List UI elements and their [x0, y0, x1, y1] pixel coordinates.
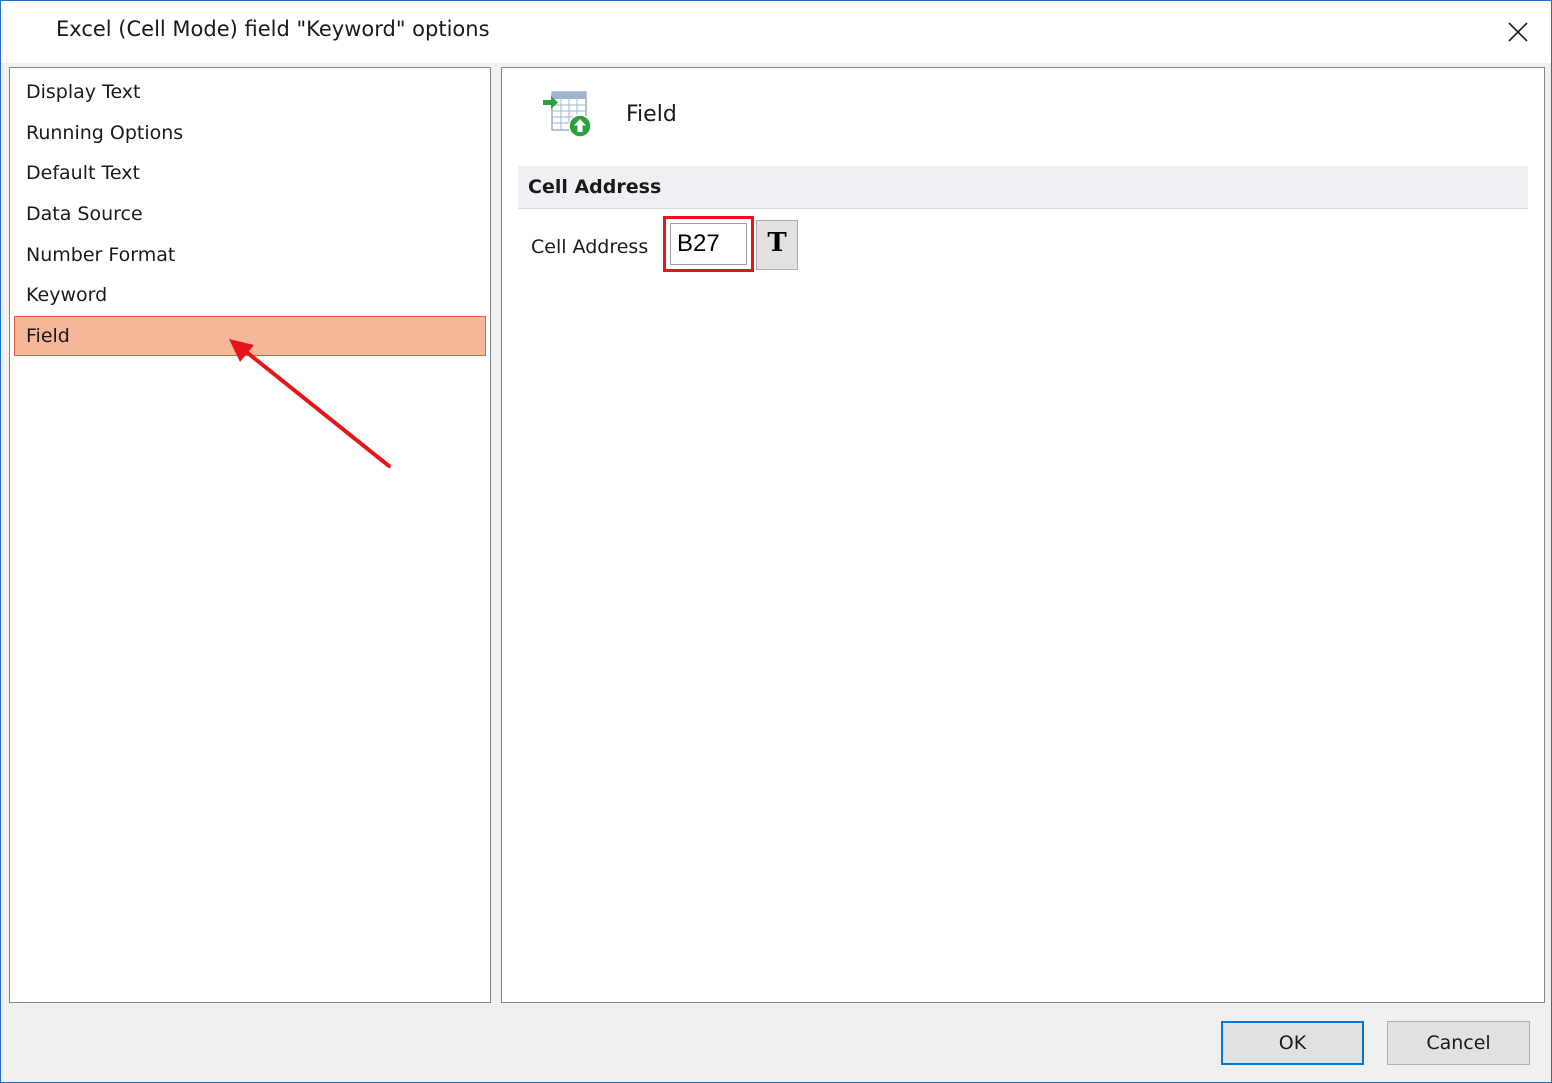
cell-address-highlight	[663, 216, 754, 272]
group-title: Cell Address	[528, 176, 662, 198]
cell-address-group-header: Cell Address	[518, 166, 1528, 209]
nav-item-field[interactable]: Field	[14, 316, 486, 356]
title-bar: Excel (Cell Mode) field "Keyword" option…	[1, 1, 1551, 63]
options-nav-list: Display Text Running Options Default Tex…	[9, 67, 491, 1003]
cell-address-label: Cell Address	[531, 236, 649, 258]
options-dialog: Excel (Cell Mode) field "Keyword" option…	[0, 0, 1552, 1083]
close-button[interactable]	[1495, 9, 1541, 55]
close-icon	[1508, 22, 1528, 42]
field-table-icon	[542, 88, 594, 140]
nav-item-running-options[interactable]: Running Options	[14, 113, 486, 153]
section-heading: Field	[626, 102, 677, 127]
nav-item-default-text[interactable]: Default Text	[14, 153, 486, 193]
ok-button[interactable]: OK	[1221, 1021, 1364, 1065]
nav-item-keyword[interactable]: Keyword	[14, 275, 486, 315]
nav-item-number-format[interactable]: Number Format	[14, 235, 486, 275]
cell-address-input[interactable]	[670, 223, 747, 265]
nav-item-data-source[interactable]: Data Source	[14, 194, 486, 234]
nav-item-display-text[interactable]: Display Text	[14, 72, 486, 112]
field-options-panel: Field Cell Address Cell Address T	[501, 67, 1545, 1003]
cancel-button[interactable]: Cancel	[1387, 1021, 1530, 1065]
text-format-button[interactable]: T	[756, 220, 798, 270]
window-title: Excel (Cell Mode) field "Keyword" option…	[56, 17, 490, 41]
